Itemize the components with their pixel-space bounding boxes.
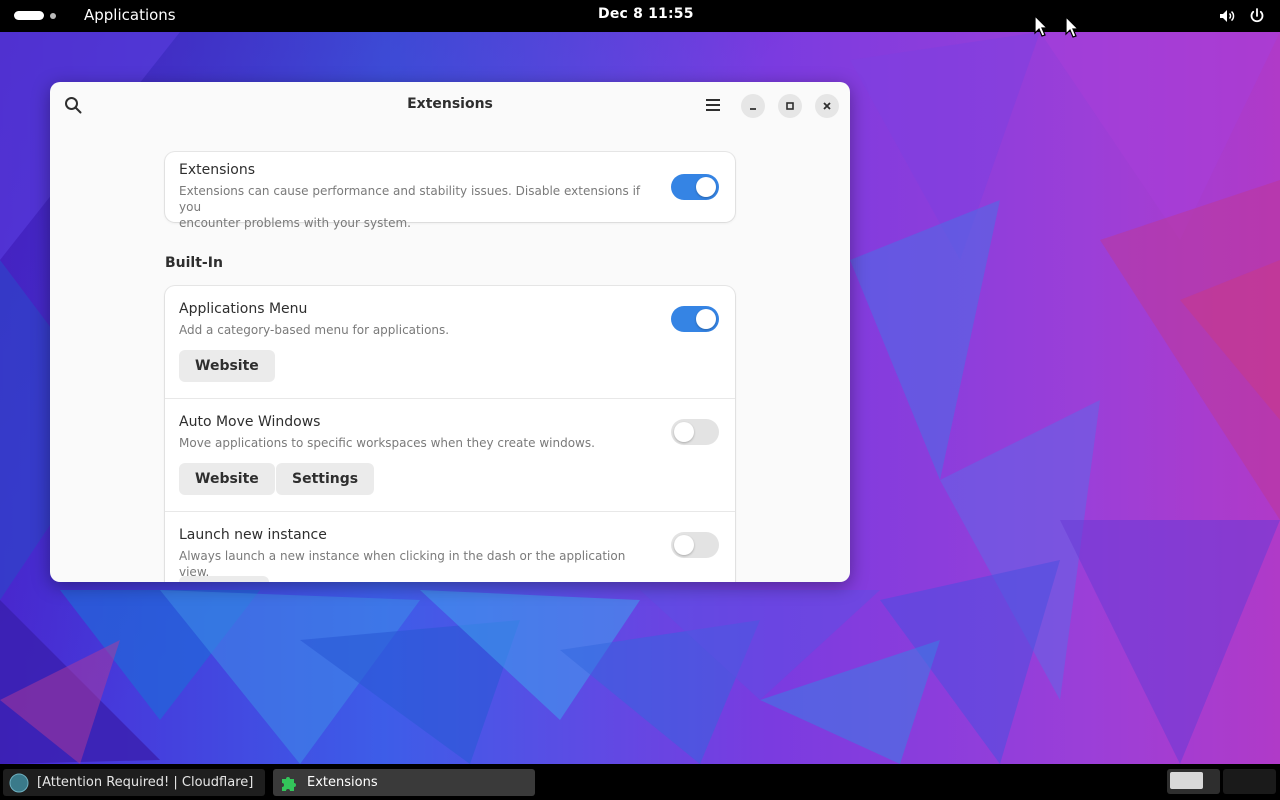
close-button[interactable] bbox=[815, 94, 839, 118]
clock[interactable]: Dec 8 11:55 bbox=[598, 6, 694, 22]
task-cloudflare[interactable]: [Attention Required! | Cloudflare] bbox=[3, 769, 265, 796]
mouse-cursor-icon bbox=[1065, 16, 1079, 38]
row-separator bbox=[165, 398, 735, 399]
task-extensions[interactable]: Extensions bbox=[273, 769, 535, 796]
auto-move-windows-website-button[interactable]: Website bbox=[179, 463, 275, 495]
launch-new-instance-button-partial[interactable] bbox=[179, 576, 269, 582]
auto-move-windows-toggle[interactable] bbox=[671, 419, 719, 445]
extensions-master-description: Extensions can cause performance and sta… bbox=[179, 184, 641, 230]
mouse-cursor-icon bbox=[1034, 15, 1048, 37]
extensions-list-scroll[interactable]: Extensions Extensions can cause performa… bbox=[50, 128, 850, 582]
extension-description: Move applications to specific workspaces… bbox=[179, 436, 595, 450]
inactive-workspace-dot bbox=[50, 12, 56, 19]
section-heading-built-in: Built-In bbox=[165, 255, 223, 271]
extension-description: Add a category-based menu for applicatio… bbox=[179, 323, 450, 337]
extensions-master-toggle[interactable] bbox=[671, 174, 719, 200]
minimize-icon bbox=[750, 108, 756, 110]
extensions-master-title: Extensions bbox=[179, 162, 256, 178]
extension-name: Applications Menu bbox=[179, 301, 308, 317]
applications-menu-toggle[interactable] bbox=[671, 306, 719, 332]
power-icon[interactable] bbox=[1248, 7, 1266, 25]
applications-menu-button[interactable]: Applications bbox=[84, 6, 176, 24]
minimize-button[interactable] bbox=[741, 94, 765, 118]
browser-globe-icon bbox=[9, 773, 29, 792]
task-label: Extensions bbox=[307, 775, 378, 790]
window-title: Extensions bbox=[407, 96, 493, 112]
auto-move-windows-settings-button[interactable]: Settings bbox=[276, 463, 375, 495]
launch-new-instance-toggle[interactable] bbox=[671, 532, 719, 558]
built-in-extensions-list: Applications Menu Add a category-based m… bbox=[165, 286, 735, 582]
extensions-master-card: Extensions Extensions can cause performa… bbox=[165, 152, 735, 230]
active-workspace-pill bbox=[14, 11, 44, 20]
row-separator bbox=[165, 511, 735, 512]
extensions-window: Extensions Extensions Extensions can cau… bbox=[50, 82, 850, 582]
close-icon bbox=[823, 102, 831, 110]
extension-name: Launch new instance bbox=[179, 527, 327, 543]
workspace-indicator[interactable] bbox=[14, 11, 56, 20]
hamburger-menu-icon[interactable] bbox=[704, 96, 722, 118]
maximize-icon bbox=[786, 102, 794, 110]
volume-icon[interactable] bbox=[1218, 7, 1236, 25]
applications-menu-website-button[interactable]: Website bbox=[179, 350, 275, 382]
workspace-thumbnail bbox=[1170, 772, 1203, 789]
task-label: [Attention Required! | Cloudflare] bbox=[37, 775, 254, 790]
top-panel: Applications Dec 8 11:55 bbox=[0, 0, 1280, 32]
header-bar: Extensions bbox=[50, 82, 850, 128]
maximize-button[interactable] bbox=[778, 94, 802, 118]
bottom-taskbar: [Attention Required! | Cloudflare] Exten… bbox=[0, 764, 1280, 800]
puzzle-piece-icon bbox=[282, 776, 296, 791]
extension-name: Auto Move Windows bbox=[179, 414, 321, 430]
workspace-switcher-1[interactable] bbox=[1167, 769, 1220, 794]
system-tray[interactable] bbox=[1218, 7, 1266, 25]
workspace-switcher-2[interactable] bbox=[1223, 769, 1276, 794]
